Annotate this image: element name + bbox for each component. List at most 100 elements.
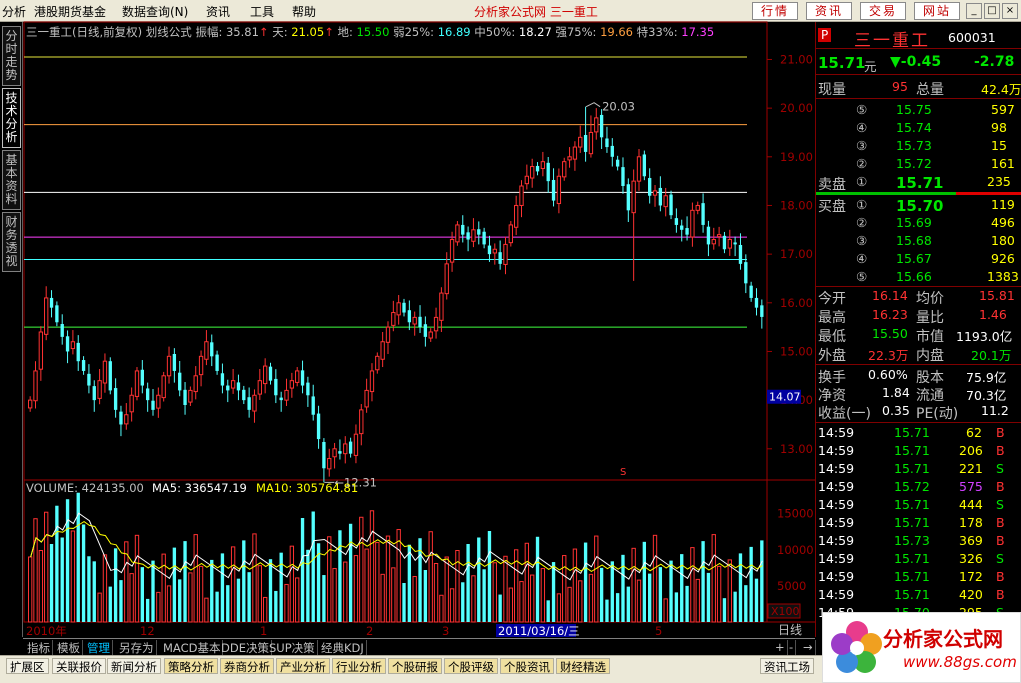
volume-bar bbox=[727, 559, 732, 623]
candle-body bbox=[28, 399, 33, 409]
candle-body bbox=[161, 375, 166, 399]
candle-body bbox=[674, 218, 679, 225]
bottom-tab[interactable]: 策略分析 bbox=[164, 658, 218, 674]
candle-body bbox=[70, 341, 76, 350]
buy-price: 15.69 bbox=[896, 215, 932, 230]
website-button[interactable]: 网站 bbox=[914, 2, 960, 20]
stat-value: 1.84 bbox=[882, 385, 910, 400]
volume-bar bbox=[588, 573, 594, 623]
tick-time: 14:59 bbox=[818, 443, 855, 458]
minimize-icon[interactable]: _ bbox=[966, 3, 982, 19]
sell-level-num: ④ bbox=[856, 120, 868, 135]
volume-bar bbox=[642, 541, 647, 622]
buy-volume: 1383 bbox=[987, 269, 1019, 284]
candle-body bbox=[562, 161, 567, 178]
candle-body bbox=[262, 365, 268, 385]
bottom-tab[interactable]: 行业分析 bbox=[332, 658, 386, 674]
volume-bar bbox=[546, 600, 550, 622]
divider bbox=[816, 286, 1021, 287]
stock-code: 600031 bbox=[948, 30, 996, 45]
zoom-in-icon[interactable]: + bbox=[773, 640, 788, 655]
volume-bar bbox=[247, 572, 251, 622]
bottom-tab[interactable]: 个股评级 bbox=[444, 658, 498, 674]
indicator-tab[interactable]: MACD基本 bbox=[161, 640, 224, 655]
sell-volume: 98 bbox=[991, 120, 1007, 135]
volume-bar bbox=[669, 560, 673, 622]
candlestick-chart[interactable]: 21.0020.0019.0018.0017.0016.0015.0014.00… bbox=[0, 0, 815, 638]
volume-bar bbox=[648, 573, 652, 622]
volume-bar bbox=[172, 547, 177, 622]
candle-body bbox=[444, 263, 449, 295]
indicator-tab[interactable]: SUP决策 bbox=[267, 640, 318, 655]
indicator-tab[interactable]: 另存为 bbox=[117, 640, 157, 655]
candle-body bbox=[204, 341, 209, 360]
stat-label: 股本 bbox=[916, 370, 944, 386]
bottom-tab[interactable]: 财经精选 bbox=[556, 658, 610, 674]
indicator-tab[interactable]: DDE决策 bbox=[219, 640, 272, 655]
bottom-tab[interactable]: 资讯工场 bbox=[760, 658, 814, 674]
volume-bar bbox=[744, 585, 748, 622]
stat-label: 最低 bbox=[818, 329, 846, 345]
divider bbox=[816, 74, 1021, 75]
tick-side: S bbox=[996, 497, 1004, 512]
bottom-tab[interactable]: 个股研报 bbox=[388, 658, 442, 674]
close-icon[interactable]: × bbox=[1002, 3, 1018, 19]
volume-bar bbox=[626, 586, 630, 622]
volume-bar bbox=[306, 549, 310, 622]
volume-bar bbox=[636, 579, 642, 623]
stat-value: 20.1万 bbox=[971, 348, 1012, 363]
scroll-right-icon[interactable]: → bbox=[801, 640, 816, 655]
volume-bar bbox=[733, 591, 737, 622]
candle-body bbox=[680, 225, 684, 230]
volume-bar bbox=[38, 550, 44, 623]
candle-body bbox=[102, 360, 108, 384]
restore-icon[interactable]: □ bbox=[984, 3, 1000, 19]
candle-body bbox=[695, 204, 700, 211]
candle-body bbox=[433, 316, 439, 332]
volume-bar bbox=[556, 593, 562, 623]
buy-volume: 496 bbox=[991, 215, 1015, 230]
sell-price: 15.74 bbox=[896, 120, 932, 135]
volume-bar bbox=[102, 554, 108, 623]
volume-bar bbox=[140, 567, 144, 622]
candle-body bbox=[60, 324, 64, 337]
candle-body bbox=[332, 448, 337, 458]
bottom-tab[interactable]: 产业分析 bbox=[276, 658, 330, 674]
bottom-tab[interactable]: 个股资讯 bbox=[500, 658, 554, 674]
candle-body bbox=[198, 355, 204, 376]
trade-button[interactable]: 交易 bbox=[860, 2, 906, 20]
zoom-out-icon[interactable]: - bbox=[787, 640, 797, 655]
indicator-tab[interactable]: 管理 bbox=[85, 640, 113, 655]
indicator-tab[interactable]: 经典KDJ bbox=[319, 640, 367, 655]
bottom-tab[interactable]: 扩展区 bbox=[6, 658, 49, 674]
candle-body bbox=[359, 409, 364, 435]
candle-body bbox=[151, 400, 155, 410]
bottom-tab[interactable]: 关联报价 bbox=[52, 658, 106, 674]
sell-volume: 235 bbox=[987, 174, 1011, 189]
buy-price: 15.67 bbox=[896, 251, 932, 266]
header-item-label: 中50%: bbox=[471, 25, 519, 39]
volume-bar bbox=[658, 567, 663, 622]
volume-bar bbox=[695, 578, 700, 623]
total-vol: 42.4万 bbox=[981, 82, 1021, 97]
tick-price: 15.71 bbox=[894, 443, 930, 458]
candle-body bbox=[455, 224, 460, 243]
bottom-tab[interactable]: 新闻分析 bbox=[107, 658, 161, 674]
buy-level-num: ② bbox=[856, 215, 868, 230]
volume-bar bbox=[433, 563, 439, 623]
tick-price: 15.71 bbox=[894, 587, 930, 602]
tick-volume: 221 bbox=[959, 461, 983, 476]
indicator-tab[interactable]: 指标 bbox=[25, 640, 53, 655]
volume-bar bbox=[49, 544, 54, 622]
stat-value: 0.35 bbox=[882, 403, 910, 418]
buy-label: 买盘 bbox=[818, 199, 846, 215]
candle-body bbox=[733, 242, 737, 245]
stat-value: 70.3亿 bbox=[966, 388, 1007, 403]
tick-price: 15.72 bbox=[894, 479, 930, 494]
stat-label: PE(动) bbox=[916, 406, 959, 422]
candle-body bbox=[466, 232, 470, 240]
candle-body bbox=[492, 248, 497, 254]
indicator-tab[interactable]: 模板 bbox=[55, 640, 83, 655]
bottom-tab[interactable]: 券商分析 bbox=[220, 658, 274, 674]
tick-volume: 444 bbox=[959, 497, 983, 512]
